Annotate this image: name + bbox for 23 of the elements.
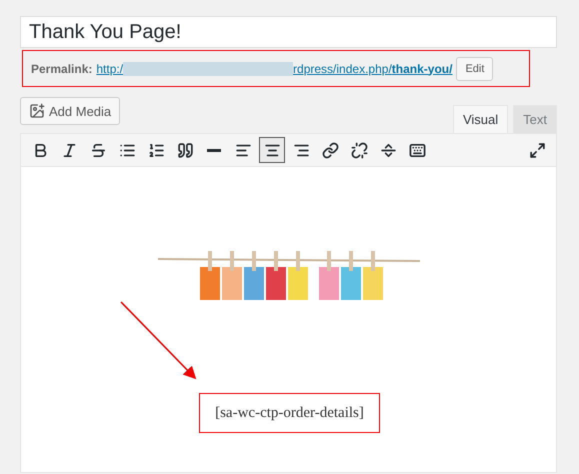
edit-button[interactable]: Edit bbox=[456, 56, 494, 80]
shortcode-text: [sa-wc-ctp-order-details] bbox=[199, 393, 380, 433]
permalink-link[interactable]: http:/ rdpress/index.php/thank-you/ bbox=[96, 62, 452, 76]
toolbar-button[interactable] bbox=[259, 137, 285, 163]
editor-tab[interactable]: Visual bbox=[452, 105, 508, 133]
quote-icon bbox=[176, 142, 194, 158]
editor-tab[interactable]: Text bbox=[513, 105, 557, 133]
fullscreen-icon bbox=[528, 142, 546, 158]
read-more-icon bbox=[380, 142, 396, 158]
align-left-icon bbox=[234, 142, 252, 158]
numbered-list-icon bbox=[148, 142, 164, 158]
bullet-list-icon bbox=[118, 142, 136, 158]
title-field[interactable]: Thank You Page! bbox=[20, 16, 557, 48]
media-icon bbox=[29, 103, 45, 119]
add-media-button[interactable]: Add Media bbox=[20, 97, 120, 125]
align-center-icon bbox=[264, 142, 280, 158]
permalink-label: Permalink: bbox=[31, 62, 92, 76]
keyboard-icon bbox=[408, 142, 426, 158]
unlink-icon bbox=[350, 142, 368, 158]
align-right-icon bbox=[292, 142, 310, 158]
strikethrough-icon bbox=[90, 142, 106, 158]
italic-icon bbox=[60, 142, 78, 158]
link-icon bbox=[322, 142, 338, 158]
